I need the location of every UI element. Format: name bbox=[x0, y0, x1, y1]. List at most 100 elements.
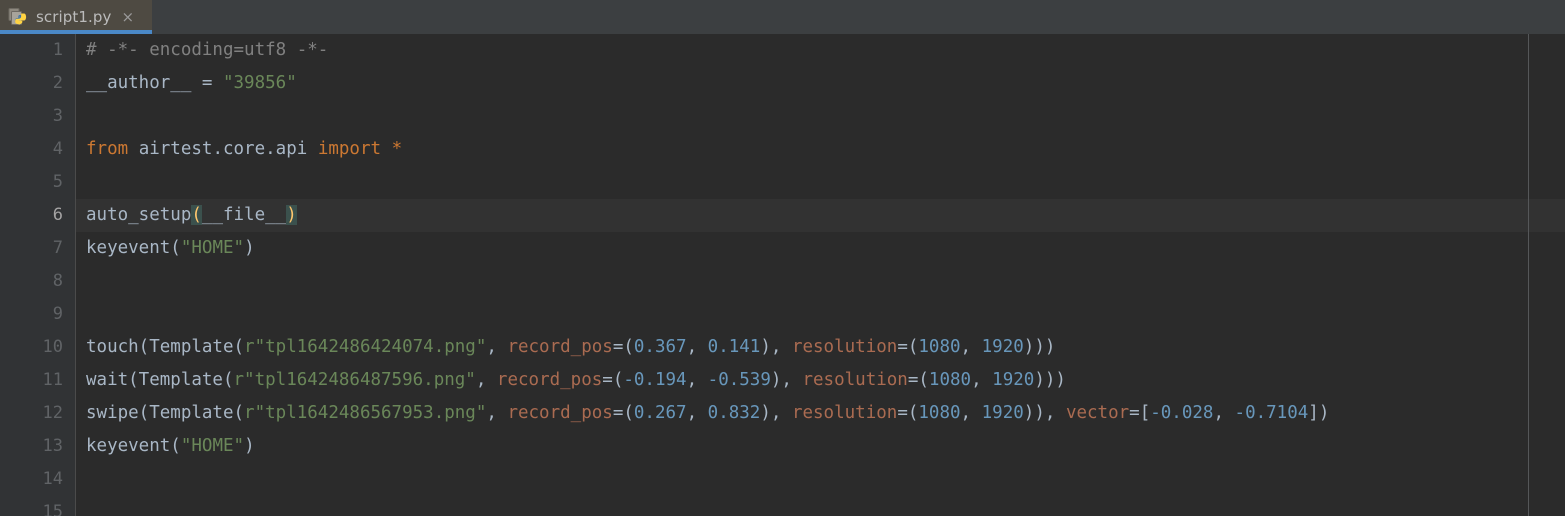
code-token: ))) bbox=[1034, 370, 1066, 390]
code-line-empty[interactable] bbox=[77, 166, 1565, 199]
code-token: =( bbox=[612, 403, 634, 423]
code-line-current[interactable]: auto_setup(__file__) bbox=[77, 199, 1565, 232]
code-token: resolution bbox=[791, 403, 898, 423]
code-token: , bbox=[686, 370, 708, 390]
code-token: vector bbox=[1065, 403, 1130, 423]
code-token: r"tpl1642486567953.png" bbox=[244, 403, 487, 423]
line-number: 8 bbox=[52, 271, 63, 291]
code-token: r"tpl1642486424074.png" bbox=[244, 337, 487, 357]
code-line[interactable]: from airtest.core.api import * bbox=[77, 133, 1565, 166]
code-token: ) bbox=[244, 436, 255, 456]
code-token: "HOME" bbox=[180, 238, 245, 258]
code-line[interactable]: wait(Template(r"tpl1642486487596.png", r… bbox=[77, 364, 1565, 397]
code-token: record_pos bbox=[507, 403, 613, 423]
code-token: =( bbox=[897, 403, 919, 423]
code-token: , bbox=[486, 403, 508, 423]
code-token: , bbox=[1213, 403, 1235, 423]
code-token: keyevent bbox=[86, 238, 171, 258]
code-token: airtest.core.api bbox=[128, 139, 318, 159]
code-token: -0.028 bbox=[1150, 403, 1214, 423]
line-number: 13 bbox=[42, 436, 63, 456]
code-token: auto_setup bbox=[86, 205, 192, 225]
line-number: 2 bbox=[52, 73, 63, 93]
close-icon[interactable]: × bbox=[122, 9, 135, 25]
code-token: ( bbox=[170, 436, 181, 456]
code-token: =( bbox=[612, 337, 634, 357]
code-token: = bbox=[201, 73, 223, 93]
line-number: 11 bbox=[42, 370, 63, 390]
code-token: , bbox=[971, 370, 993, 390]
code-token: 1920 bbox=[981, 403, 1024, 423]
code-line-empty[interactable] bbox=[77, 265, 1565, 298]
code-token: 1920 bbox=[981, 337, 1024, 357]
code-token: , bbox=[960, 403, 982, 423]
code-line[interactable]: keyevent("HOME") bbox=[77, 430, 1565, 463]
code-token: 1920 bbox=[992, 370, 1035, 390]
code-token: ( bbox=[191, 205, 202, 225]
line-number: 3 bbox=[52, 106, 63, 126]
line-number: 5 bbox=[52, 172, 63, 192]
code-token: , bbox=[686, 403, 708, 423]
code-line-empty[interactable] bbox=[77, 298, 1565, 331]
code-text-area[interactable]: # -*- encoding=utf8 -*- __author__ = "39… bbox=[77, 34, 1565, 516]
right-margin-guide bbox=[1528, 34, 1529, 516]
code-token: resolution bbox=[791, 337, 898, 357]
code-token: =( bbox=[907, 370, 929, 390]
code-line-empty[interactable] bbox=[77, 496, 1565, 516]
line-number-gutter[interactable]: 1 2 3 4 5 6 7 8 9 10 11 12 13 14 15 bbox=[0, 34, 76, 516]
code-token: 0.141 bbox=[707, 337, 761, 357]
line-number-current: 6 bbox=[52, 205, 63, 225]
code-token: -0.539 bbox=[707, 370, 771, 390]
code-token: resolution bbox=[802, 370, 908, 390]
code-line-empty[interactable] bbox=[77, 100, 1565, 133]
code-token: record_pos bbox=[507, 337, 613, 357]
code-token: # -*- encoding=utf8 -*- bbox=[86, 40, 329, 60]
code-token: record_pos bbox=[496, 370, 603, 390]
code-token: ), bbox=[770, 370, 803, 390]
code-token: __file__ bbox=[201, 205, 287, 225]
code-token: ) bbox=[244, 238, 255, 258]
code-token: "HOME" bbox=[180, 436, 245, 456]
line-number: 7 bbox=[52, 238, 63, 258]
code-token: , bbox=[960, 337, 982, 357]
code-token: * bbox=[391, 139, 403, 159]
code-token: ))) bbox=[1023, 337, 1056, 357]
code-token: , bbox=[686, 337, 708, 357]
tab-label: script1.py bbox=[36, 8, 112, 26]
code-token: ) bbox=[286, 205, 297, 225]
code-editor[interactable]: 1 2 3 4 5 6 7 8 9 10 11 12 13 14 15 # -*… bbox=[0, 34, 1565, 516]
code-token: touch(Template( bbox=[86, 337, 245, 357]
code-token: =( bbox=[897, 337, 919, 357]
code-line[interactable]: touch(Template(r"tpl1642486424074.png", … bbox=[77, 331, 1565, 364]
code-token: ( bbox=[170, 238, 181, 258]
code-token: , bbox=[475, 370, 497, 390]
code-token: import bbox=[317, 139, 382, 159]
line-number: 9 bbox=[52, 304, 63, 324]
code-token: -0.194 bbox=[623, 370, 687, 390]
line-number: 15 bbox=[42, 502, 63, 516]
code-token: swipe(Template( bbox=[86, 403, 245, 423]
code-token: 0.367 bbox=[633, 337, 687, 357]
code-token: =[ bbox=[1129, 403, 1151, 423]
line-number: 12 bbox=[42, 403, 63, 423]
code-line-empty[interactable] bbox=[77, 463, 1565, 496]
code-token: wait(Template( bbox=[86, 370, 234, 390]
code-line[interactable]: swipe(Template(r"tpl1642486567953.png", … bbox=[77, 397, 1565, 430]
code-token: 1080 bbox=[928, 370, 972, 390]
code-token: __author__ bbox=[86, 73, 202, 93]
code-line[interactable]: __author__ = "39856" bbox=[77, 67, 1565, 100]
editor-tab-bar: script1.py × bbox=[0, 0, 1565, 34]
code-token: =( bbox=[602, 370, 624, 390]
tab-script1-py[interactable]: script1.py × bbox=[0, 0, 152, 34]
code-token: ), bbox=[760, 403, 792, 423]
code-token: ]) bbox=[1308, 403, 1330, 423]
code-token: r"tpl1642486487596.png" bbox=[233, 370, 476, 390]
line-number: 4 bbox=[52, 139, 63, 159]
code-token: ), bbox=[760, 337, 792, 357]
code-token: from bbox=[86, 139, 129, 159]
code-line[interactable]: # -*- encoding=utf8 -*- bbox=[77, 34, 1565, 67]
code-line[interactable]: keyevent("HOME") bbox=[77, 232, 1565, 265]
line-number: 10 bbox=[42, 337, 63, 357]
code-token: "39856" bbox=[222, 73, 297, 93]
